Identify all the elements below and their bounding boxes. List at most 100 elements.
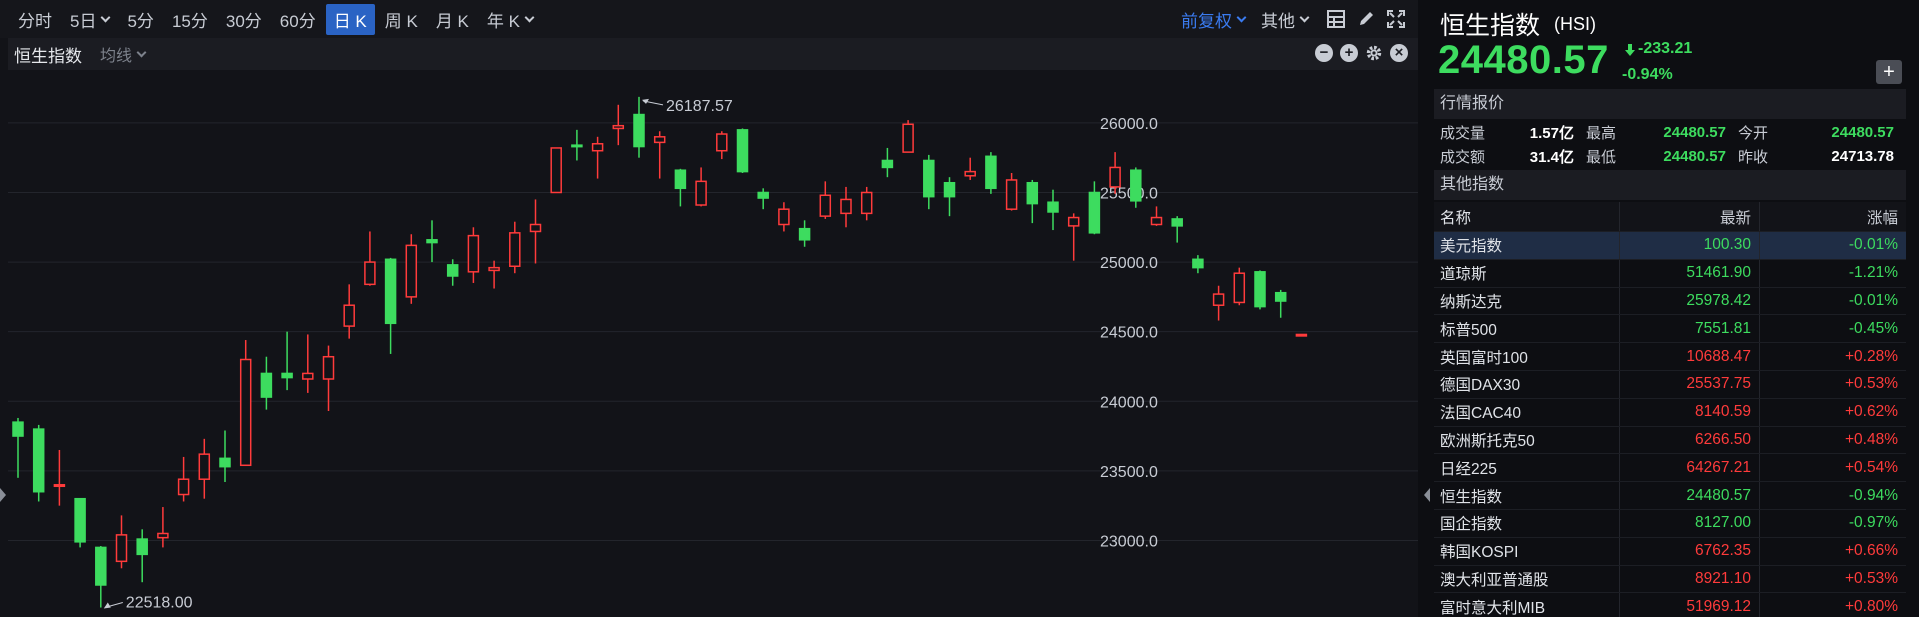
candle-body <box>985 155 997 190</box>
candle-body <box>302 372 314 380</box>
candle-body <box>1047 201 1059 213</box>
candle-body <box>1212 293 1225 306</box>
candle-body <box>198 453 211 480</box>
candle-body <box>591 143 604 152</box>
prev-close-value: 24713.78 <box>1831 147 1894 165</box>
toolbar-right: 前复权 其他 <box>1173 0 1406 38</box>
timeframe-tab[interactable]: 年 K <box>479 4 541 35</box>
candle-body <box>1295 333 1308 337</box>
index-last-cell: 8921.10 <box>1620 565 1760 593</box>
high-annotation-label: 26187.57 <box>666 98 733 115</box>
table-row[interactable]: 道琼斯 51461.90 -1.21% <box>1434 259 1906 288</box>
candle-body <box>384 258 397 325</box>
adjust-dropdown[interactable]: 前复权 <box>1173 7 1253 32</box>
candle-body <box>1274 291 1287 302</box>
fullscreen-icon[interactable] <box>1386 9 1406 29</box>
timeframe-label: 年 K <box>486 11 520 31</box>
add-watchlist-button[interactable]: + <box>1876 60 1902 84</box>
stat-row: 成交额 31.4亿 最低 24480.57 昨收 24713.78 <box>1434 144 1906 168</box>
timeframe-label: 5日 <box>70 11 97 31</box>
draw-pen-icon[interactable] <box>1356 9 1376 29</box>
table-row[interactable]: 英国富时100 10688.47 +0.28% <box>1434 343 1906 371</box>
timeframe-label: 5分 <box>127 11 154 31</box>
candle-body <box>529 223 542 233</box>
index-last-cell: 10688.47 <box>1620 343 1760 370</box>
index-chg-cell: -0.01% <box>1848 291 1898 309</box>
other-dropdown[interactable]: 其他 <box>1253 7 1316 32</box>
timeframe-tab[interactable]: 30分 <box>218 4 270 35</box>
timeframe-tab[interactable]: 周 K <box>377 4 426 35</box>
table-row[interactable]: 法国CAC40 8140.59 +0.62% <box>1434 398 1906 427</box>
index-change: -233.21 <box>1638 40 1693 57</box>
index-last-cell: 7551.81 <box>1620 315 1760 343</box>
table-row[interactable]: 国企指数 8127.00 -0.97% <box>1434 509 1906 538</box>
table-row[interactable]: 日经225 64267.21 +0.54% <box>1434 454 1906 483</box>
prev-close-label: 昨收 <box>1738 148 1769 166</box>
ma-dropdown[interactable]: 均线 <box>100 42 147 66</box>
timeframe-tab[interactable]: 60分 <box>272 4 324 35</box>
table-row[interactable]: 恒生指数 24480.57 -0.94% <box>1434 482 1906 510</box>
timeframe-list: 分时 5日 5分 15分 30分 60分日 K 周 K 月 K 年 K <box>10 3 543 35</box>
table-body: 美元指数 100.30 -0.01% 道琼斯 51461.90 -1.21% 纳斯达克 259… <box>1434 232 1906 617</box>
timeframe-label: 月 K <box>435 11 469 31</box>
chart-title: 恒生指数 <box>14 46 82 66</box>
table-row[interactable]: 纳斯达克 25978.42 -0.01% <box>1434 287 1906 316</box>
candle-body <box>95 546 107 586</box>
settings-gear-icon[interactable] <box>1365 44 1383 62</box>
collapse-panel-arrow-icon[interactable] <box>1424 488 1430 502</box>
candle-body <box>343 304 355 327</box>
index-chg-cell: +0.54% <box>1844 458 1898 476</box>
volume-label: 成交量 <box>1440 124 1486 142</box>
candle-body <box>74 497 86 543</box>
low-annotation-label: 22518.00 <box>126 595 193 612</box>
timeframe-label: 15分 <box>171 11 208 31</box>
table-row[interactable]: 标普500 7551.81 -0.45% <box>1434 315 1906 344</box>
close-icon[interactable]: × <box>1390 44 1408 62</box>
y-tick-label: 23500.0 <box>1100 464 1158 481</box>
timeframe-tab[interactable]: 15分 <box>164 4 216 35</box>
timeframe-tab[interactable]: 日 K <box>325 3 375 35</box>
chevron-down-icon <box>524 12 535 22</box>
candle-body <box>860 191 873 215</box>
y-tick-label: 26000.0 <box>1100 116 1158 133</box>
grid-layout-icon[interactable] <box>1326 9 1346 29</box>
index-last-cell: 8127.00 <box>1620 509 1760 537</box>
zoom-in-icon[interactable]: + <box>1340 44 1358 62</box>
other-indices-table: 名称 最新 涨幅 美元指数 100.30 -0.01% 道琼斯 51461.90 -1.2… <box>1434 202 1906 617</box>
candle-body <box>53 484 66 488</box>
index-name-cell: 国企指数 <box>1434 509 1620 537</box>
col-chg-header[interactable]: 涨幅 <box>1760 202 1906 231</box>
candlestick-chart[interactable]: 26000.0 25500.0 25000.0 24500.0 24000.0 23500… <box>8 70 1418 617</box>
zoom-out-icon[interactable]: − <box>1315 44 1333 62</box>
col-last-header[interactable]: 最新 <box>1620 202 1760 231</box>
chart-panel: 分时 5日 5分 15分 30分 60分日 K 周 K 月 K 年 K 前复权 其他 恒生指数 <box>0 0 1418 617</box>
candle-body <box>695 180 707 206</box>
candle-body <box>798 227 811 241</box>
candle-body <box>819 194 832 217</box>
expand-left-arrow-icon[interactable] <box>0 488 6 502</box>
candle-body <box>902 123 914 153</box>
y-tick-label: 24000.0 <box>1100 394 1158 411</box>
other-indices-title: 其他指数 <box>1434 170 1906 200</box>
table-row[interactable]: 欧洲斯托克50 6266.50 +0.48% <box>1434 426 1906 455</box>
table-row[interactable]: 澳大利亚普通股 8921.10 +0.53% <box>1434 565 1906 594</box>
low-label: 最低 <box>1586 148 1617 166</box>
candle-body <box>488 266 500 272</box>
table-row[interactable]: 美元指数 100.30 -0.01% <box>1434 232 1906 260</box>
timeframe-tab[interactable]: 月 K <box>428 4 477 35</box>
index-last-cell: 25537.75 <box>1620 370 1760 398</box>
table-row[interactable]: 富时意大利MIB 51969.12 +0.80% <box>1434 593 1906 617</box>
table-row[interactable]: 德国DAX30 25537.75 +0.53% <box>1434 370 1906 399</box>
index-chg-cell: +0.66% <box>1844 542 1898 560</box>
chart-controls: − + × <box>1308 44 1408 62</box>
table-row[interactable]: 韩国KOSPI 6762.35 +0.66% <box>1434 537 1906 566</box>
high-label: 最高 <box>1586 124 1617 142</box>
index-name-cell: 欧洲斯托克50 <box>1434 426 1620 454</box>
col-name-header[interactable]: 名称 <box>1434 202 1620 231</box>
timeframe-tab[interactable]: 分时 <box>10 4 60 35</box>
candle-body <box>943 181 956 198</box>
index-last-cell: 64267.21 <box>1620 454 1760 482</box>
index-name-cell: 法国CAC40 <box>1434 398 1620 426</box>
timeframe-tab[interactable]: 5分 <box>119 4 161 35</box>
timeframe-tab[interactable]: 5日 <box>62 4 117 35</box>
